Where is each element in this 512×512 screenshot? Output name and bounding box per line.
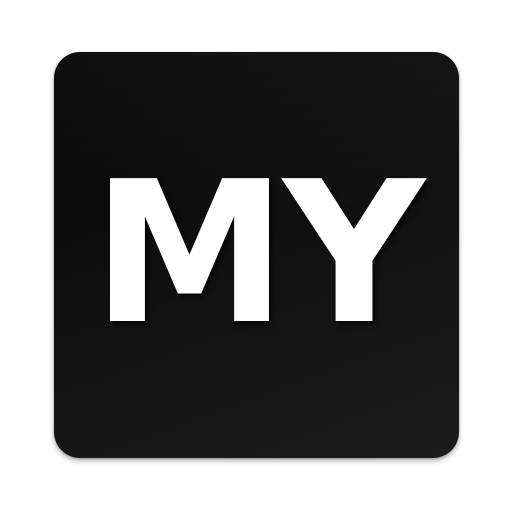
app-icon: MY [54,52,459,458]
monogram-text: MY [92,140,425,368]
icon-canvas: MY [0,0,512,512]
